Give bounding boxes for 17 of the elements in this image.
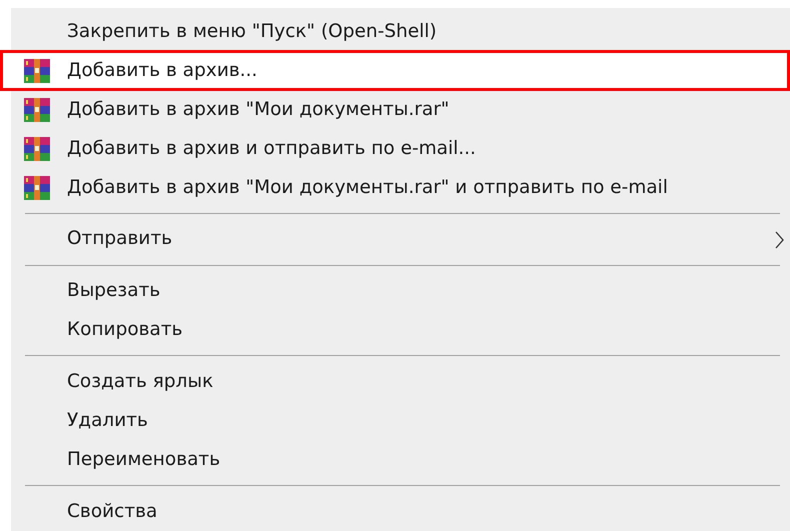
book-stack-icon bbox=[24, 58, 50, 83]
menu-item[interactable]: Свойства bbox=[11, 492, 790, 531]
menu-item[interactable]: Копировать bbox=[11, 310, 790, 350]
menu-item[interactable]: Переименовать bbox=[11, 440, 790, 480]
menu-item[interactable]: Добавить в архив и отправить по e-mail... bbox=[11, 129, 790, 168]
menu-item[interactable]: Вырезать bbox=[11, 272, 790, 311]
chevron-right-icon bbox=[775, 230, 784, 249]
menu-item[interactable]: Отправить bbox=[11, 220, 790, 259]
menu-item[interactable]: Удалить bbox=[11, 401, 790, 440]
menu-item[interactable]: Добавить в архив... bbox=[0, 50, 790, 92]
book-stack-icon bbox=[24, 136, 50, 161]
book-stack-icon bbox=[24, 98, 50, 122]
menu-item[interactable]: Добавить в архив "Мои документы.rar" и отправить по e-mail bbox=[11, 168, 790, 208]
menu-item[interactable]: Создать ярлык bbox=[11, 362, 790, 402]
menu-item[interactable]: Добавить в архив "Мои документы.rar" bbox=[11, 90, 790, 130]
menu-item[interactable]: Закрепить в меню "Пуск" (Open-Shell) bbox=[11, 12, 790, 52]
book-stack-icon bbox=[24, 176, 50, 200]
